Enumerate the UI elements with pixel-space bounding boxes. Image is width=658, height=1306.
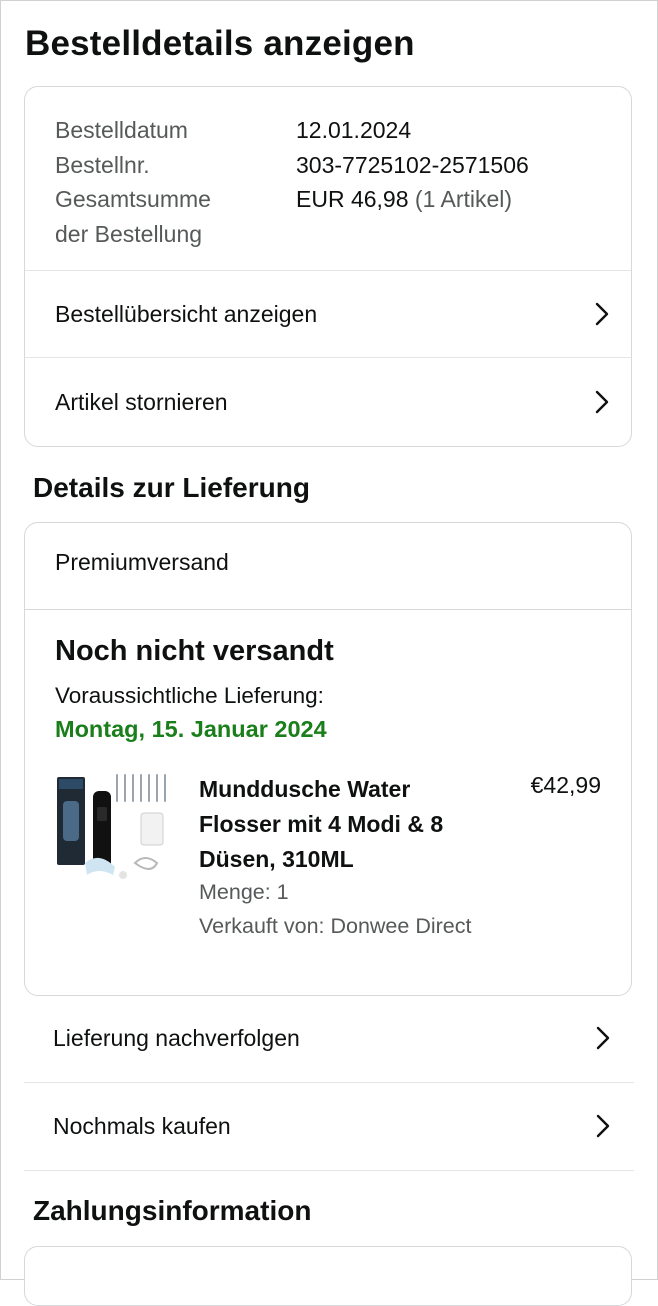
cancel-items-link[interactable]: Artikel stornieren xyxy=(25,358,631,446)
chevron-right-icon xyxy=(595,390,609,414)
payment-section-title: Zahlungsinformation xyxy=(33,1195,312,1226)
delivery-section-title: Details zur Lieferung xyxy=(33,472,310,503)
shipment-status: Noch nicht versandt xyxy=(55,635,334,667)
order-number-label: Bestellnr. xyxy=(55,151,150,178)
order-date-value: 12.01.2024 xyxy=(296,117,412,143)
buy-again-label: Nochmals kaufen xyxy=(53,1112,231,1139)
order-total-items: (1 Artikel) xyxy=(414,186,513,212)
order-date-row: Bestelldatum 12.01.2024 xyxy=(55,113,529,148)
shipping-method: Premiumversand xyxy=(55,549,229,575)
order-summary-grid: Bestelldatum 12.01.2024 Bestellnr. 303-7… xyxy=(55,113,529,251)
view-order-summary-link[interactable]: Bestellübersicht anzeigen xyxy=(25,271,631,357)
divider xyxy=(25,609,631,610)
product-image[interactable] xyxy=(55,771,171,889)
chevron-right-icon xyxy=(595,302,609,326)
product-quantity: Menge: 1 xyxy=(199,880,289,904)
product-price: €42,99 xyxy=(530,772,601,798)
order-total-value-wrap: EUR 46,98 (1 Artikel) xyxy=(296,182,512,251)
page-title: Bestelldetails anzeigen xyxy=(25,24,415,63)
product-seller: Verkauft von: Donwee Direct xyxy=(199,914,472,938)
product-title[interactable]: Munddusche Water Flosser mit 4 Modi & 8 … xyxy=(199,772,489,877)
expected-delivery-label: Voraussichtliche Lieferung: xyxy=(55,683,324,708)
order-date-label: Bestelldatum xyxy=(55,117,188,143)
order-summary-card: Bestelldatum 12.01.2024 Bestellnr. 303-7… xyxy=(24,86,632,447)
track-delivery-link[interactable]: Lieferung nachverfolgen xyxy=(24,995,634,1081)
order-total-row: Gesamtsumme der Bestellung EUR 46,98 (1 … xyxy=(55,182,529,251)
order-number-row: Bestellnr. 303-7725102-2571506 xyxy=(55,148,529,183)
divider xyxy=(24,1170,634,1171)
buy-again-link[interactable]: Nochmals kaufen xyxy=(24,1083,634,1169)
expected-delivery-date: Montag, 15. Januar 2024 xyxy=(55,716,327,742)
order-total-label-line1: Gesamtsumme xyxy=(55,186,211,212)
cancel-items-label: Artikel stornieren xyxy=(55,388,228,415)
chevron-right-icon xyxy=(596,1114,610,1138)
payment-card xyxy=(24,1246,632,1306)
delivery-card: Premiumversand Noch nicht versandt Vorau… xyxy=(24,522,632,996)
order-total-label: Gesamtsumme der Bestellung xyxy=(55,182,296,251)
order-number-value: 303-7725102-2571506 xyxy=(296,151,529,178)
chevron-right-icon xyxy=(596,1026,610,1050)
order-total-label-line2: der Bestellung xyxy=(55,220,203,247)
view-order-summary-label: Bestellübersicht anzeigen xyxy=(55,300,318,327)
order-total-value: EUR 46,98 xyxy=(296,186,409,212)
track-delivery-label: Lieferung nachverfolgen xyxy=(53,1024,300,1051)
